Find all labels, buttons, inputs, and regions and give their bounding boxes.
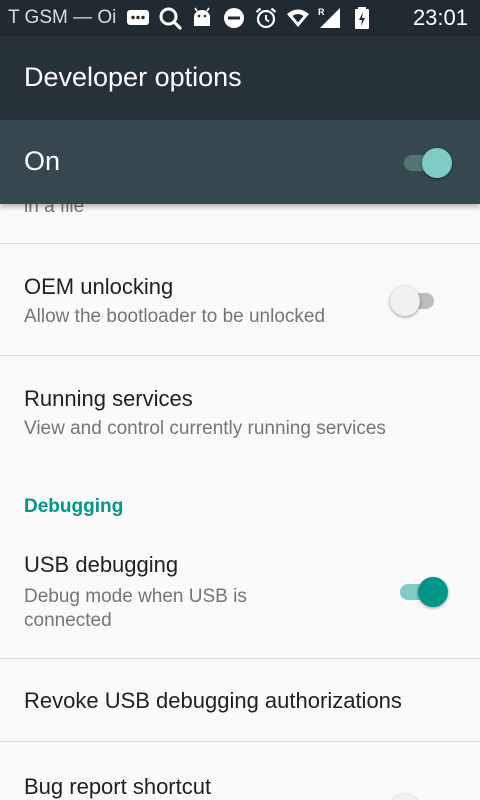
list-item-bug-report-shortcut[interactable]: Bug report shortcut <box>0 742 480 800</box>
oem-unlocking-title: OEM unlocking <box>24 274 174 299</box>
wifi-icon <box>287 9 309 27</box>
running-services-title: Running services <box>24 386 193 411</box>
usb-debugging-toggle[interactable] <box>396 575 452 607</box>
usb-debugging-summary: Debug mode when USB is connected <box>24 586 247 631</box>
revoke-usb-title: Revoke USB debugging authorizations <box>24 688 402 713</box>
bug-report-shortcut-title: Bug report shortcut <box>24 774 212 799</box>
signal-icon: R <box>318 7 340 28</box>
battery-icon <box>355 7 369 29</box>
master-switch-bar[interactable]: On <box>0 120 480 204</box>
alarm-icon <box>255 7 277 29</box>
usb-debugging-toggle-thumb <box>418 577 448 607</box>
master-toggle-thumb <box>422 148 452 178</box>
list-item-revoke-usb-authorizations[interactable]: Revoke USB debugging authorizations <box>0 659 480 741</box>
page-title: Developer options <box>24 62 242 92</box>
master-switch-label: On <box>24 146 61 176</box>
settings-list[interactable]: in a file OEM unlocking Allow the bootlo… <box>0 204 480 800</box>
list-item-usb-debugging[interactable]: USB debugging Debug mode when USB is con… <box>0 534 480 658</box>
status-icons: R <box>126 6 374 30</box>
do-not-disturb-icon <box>224 8 244 28</box>
master-toggle[interactable] <box>400 146 456 178</box>
clock: 23:01 <box>412 5 468 30</box>
debugging-category-header: Debugging <box>24 496 124 517</box>
usb-debugging-title: USB debugging <box>24 552 179 577</box>
oem-unlocking-toggle[interactable] <box>390 284 446 316</box>
list-item-oem-unlocking[interactable]: OEM unlocking Allow the bootloader to be… <box>0 244 480 355</box>
oem-unlocking-summary: Allow the bootloader to be unlocked <box>24 306 326 327</box>
carrier-label: T GSM — Oi <box>8 7 117 28</box>
bug-report-shortcut-toggle-thumb <box>390 794 420 800</box>
android-icon <box>194 7 210 26</box>
app-bar: Developer options <box>0 36 480 120</box>
oem-unlocking-toggle-thumb <box>390 286 420 316</box>
running-services-summary: View and control currently running servi… <box>24 418 386 439</box>
roaming-indicator: R <box>318 7 325 17</box>
bug-report-shortcut-toggle[interactable] <box>390 792 446 800</box>
messages-icon <box>127 10 149 25</box>
list-item-partial[interactable]: in a file <box>0 204 480 244</box>
partial-item-summary: in a file <box>24 204 85 217</box>
search-icon <box>159 7 182 30</box>
list-item-running-services[interactable]: Running services View and control curren… <box>0 356 480 474</box>
status-bar: T GSM — Oi R 23:01 <box>0 0 480 36</box>
